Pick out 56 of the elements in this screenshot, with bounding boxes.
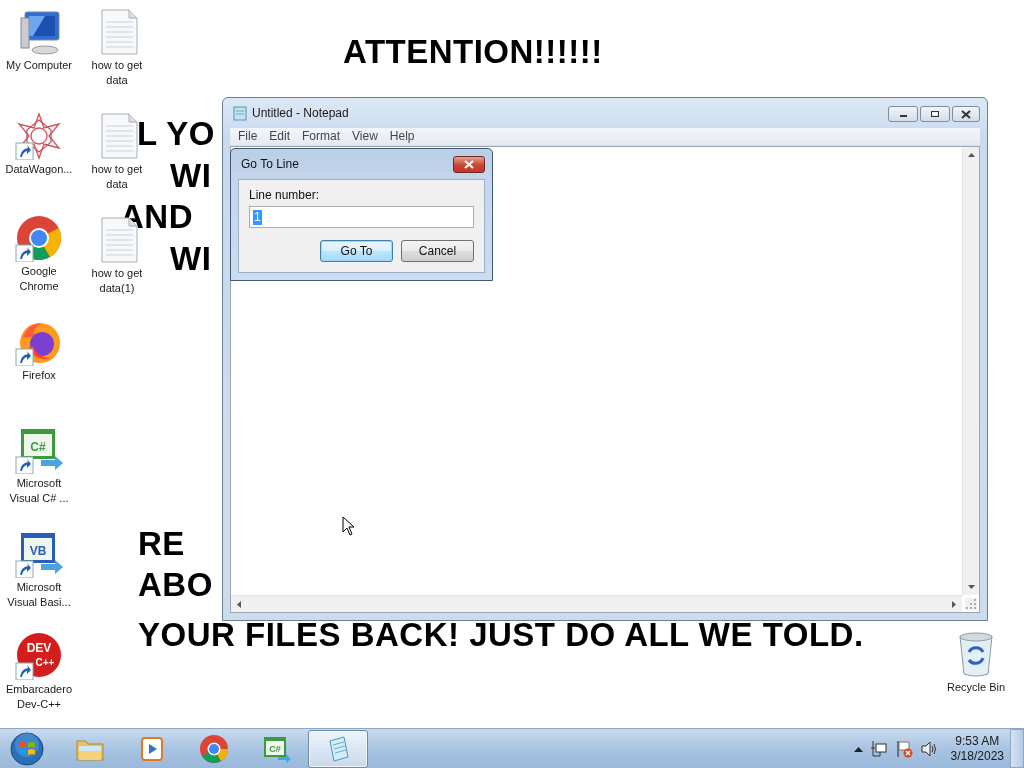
windows-logo-icon xyxy=(10,731,44,766)
wallpaper-text: ABO xyxy=(138,567,213,603)
wallpaper-text: L YO xyxy=(137,116,215,152)
horizontal-scrollbar[interactable] xyxy=(231,595,962,612)
icon-label[interactable]: Microsoft Visual Basi... xyxy=(5,580,73,610)
star-pattern-icon[interactable] xyxy=(15,112,63,160)
menu-item[interactable]: Format xyxy=(296,128,347,145)
resize-grip-icon[interactable] xyxy=(965,598,977,610)
field-label: Line number: xyxy=(249,188,321,203)
close-icon xyxy=(464,160,474,169)
scroll-up-icon[interactable] xyxy=(967,153,975,157)
ring-logo-icon xyxy=(198,732,230,765)
window-title: Untitled - Notepad xyxy=(252,106,350,120)
menu-item[interactable]: Help xyxy=(383,128,421,145)
icon-label[interactable]: My Computer xyxy=(6,58,72,73)
clock-date[interactable]: 3/18/2023 xyxy=(950,748,1004,764)
wallpaper-text: ATTENTION!!!!!! xyxy=(343,34,603,70)
scroll-left-icon[interactable] xyxy=(237,600,241,608)
circle-logo-icon[interactable]: DEV C++ xyxy=(15,632,63,680)
maximize-button[interactable] xyxy=(920,106,950,122)
close-button[interactable] xyxy=(952,106,980,122)
maximize-icon xyxy=(930,110,940,118)
dialog-title: Go To Line xyxy=(241,157,299,171)
icon-label[interactable]: how to get data xyxy=(83,162,151,192)
wallpaper-text: RE xyxy=(138,526,185,562)
dialog-button[interactable]: Go To xyxy=(320,240,393,262)
network-icon[interactable] xyxy=(869,739,888,758)
icon-label[interactable]: Google Chrome xyxy=(5,264,73,294)
menu-item[interactable]: View xyxy=(346,128,384,145)
icon-label[interactable]: Firefox xyxy=(22,368,56,383)
icon-label[interactable]: how to get data xyxy=(83,58,151,88)
show-hidden-icons-icon[interactable] xyxy=(853,745,863,752)
flag-icon[interactable] xyxy=(894,739,913,758)
wallpaper-text: YOUR FILES BACK! JUST DO ALL WE TOLD. xyxy=(138,617,864,653)
minimize-button[interactable] xyxy=(888,106,918,122)
wallpaper-text: WI xyxy=(170,241,212,277)
scroll-down-icon[interactable] xyxy=(967,585,975,589)
menu-item[interactable]: File xyxy=(232,128,264,145)
scroll-right-icon[interactable] xyxy=(952,600,956,608)
speaker-icon[interactable] xyxy=(919,739,938,758)
mouse-pointer-icon xyxy=(342,516,355,536)
icon-label[interactable]: Microsoft Visual C# ... xyxy=(5,476,73,506)
dialog-button[interactable]: Cancel xyxy=(401,240,474,262)
ring-logo-icon[interactable] xyxy=(15,214,63,262)
icon-label[interactable]: Embarcadero Dev-C++ xyxy=(5,682,73,712)
close-icon xyxy=(961,109,971,119)
icon-label[interactable]: DataWagon... xyxy=(5,162,73,177)
icon-label[interactable]: Recycle Bin xyxy=(946,680,1006,695)
wallpaper-text: WI xyxy=(170,158,212,194)
clock-time[interactable]: 9:53 AM xyxy=(955,733,1000,749)
notepad-icon xyxy=(232,105,248,121)
taskbar-button[interactable] xyxy=(308,729,368,768)
close-button[interactable] xyxy=(453,156,485,173)
menu-item[interactable]: Edit xyxy=(263,128,297,145)
icon-label[interactable]: how to get data(1) xyxy=(83,266,151,296)
vertical-scrollbar[interactable] xyxy=(962,147,979,595)
